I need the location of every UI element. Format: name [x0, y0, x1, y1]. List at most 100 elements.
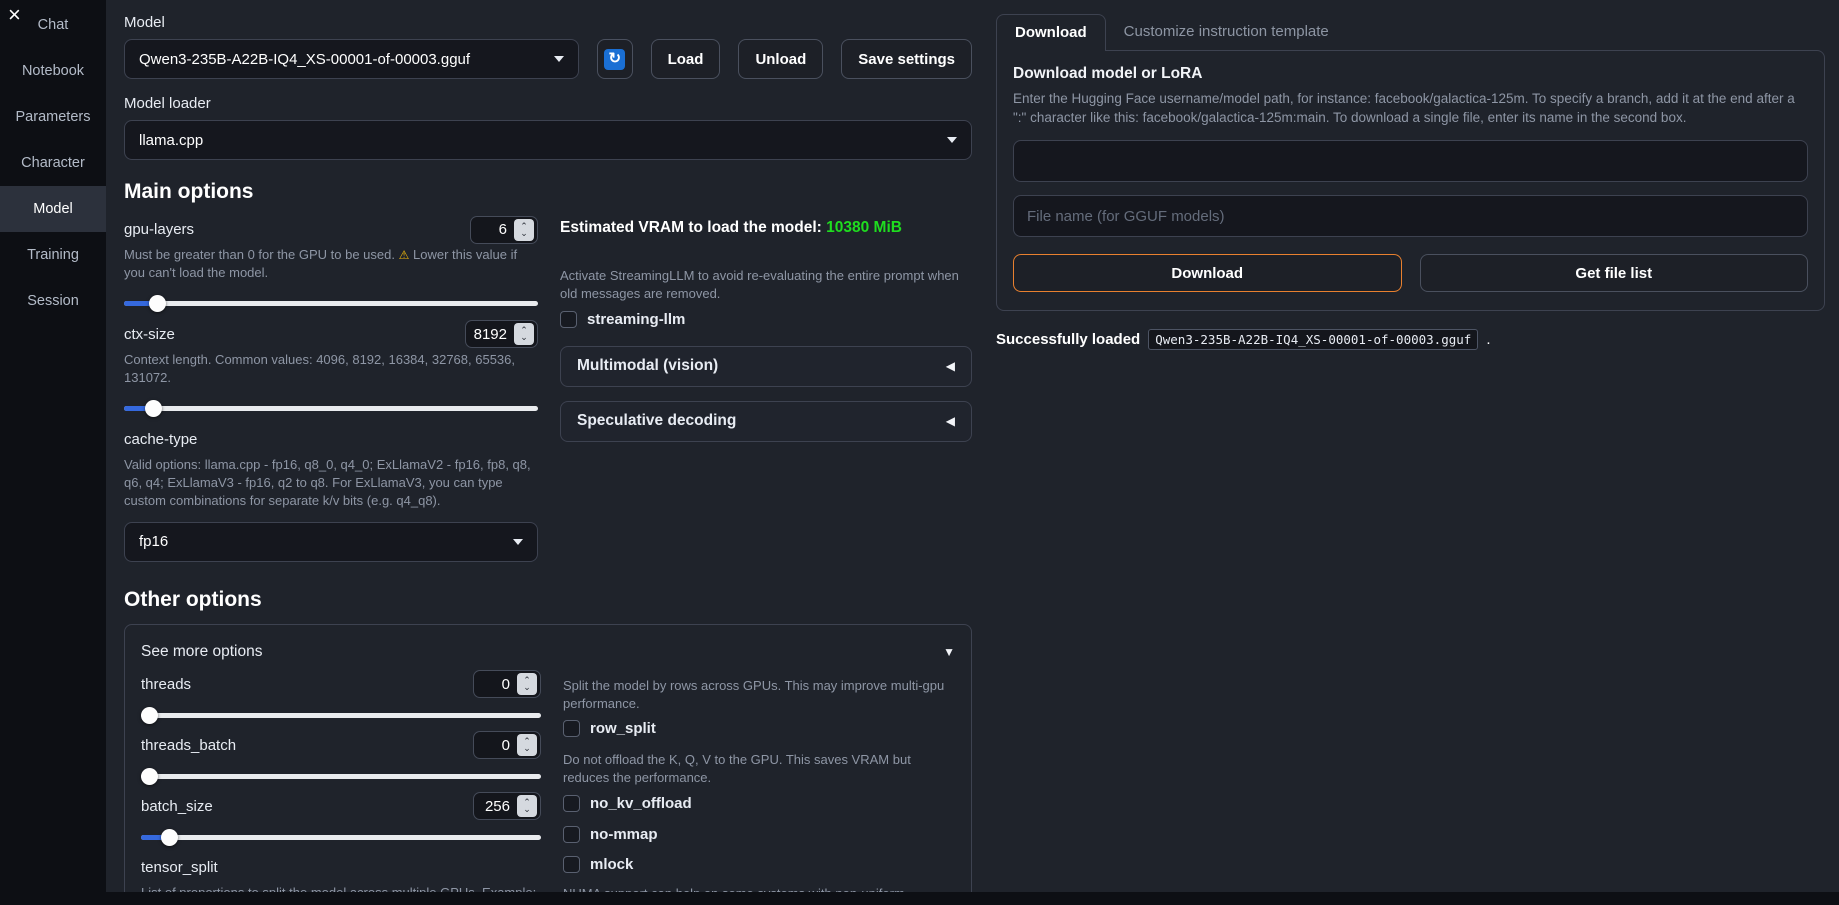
main-options-left: gpu-layers 6 ⌃ ⌄ Must be greater than 0 f…	[124, 215, 538, 562]
load-status-filename: Qwen3-235B-A22B-IQ4_XS-00001-of-00003.gg…	[1148, 329, 1479, 351]
app-window: × Chat Notebook Parameters Character Mod…	[0, 0, 1839, 905]
number-spinner[interactable]: ⌃ ⌄	[517, 795, 537, 818]
warning-icon: ⚠	[398, 248, 410, 262]
ctx-size-value: 8192	[473, 325, 507, 343]
gpu-layers-input[interactable]: 6 ⌃ ⌄	[470, 215, 538, 244]
main-options-columns: gpu-layers 6 ⌃ ⌄ Must be greater than 0 f…	[124, 215, 972, 562]
mlock-label: mlock	[590, 856, 634, 874]
refresh-models-button[interactable]: ↻	[597, 39, 633, 79]
batch-size-input[interactable]: 256 ⌃ ⌄	[473, 792, 541, 821]
tensor-split-label: tensor_split	[141, 858, 218, 876]
slider-thumb[interactable]	[141, 767, 158, 785]
cache-type-dropdown[interactable]: fp16	[124, 521, 538, 562]
streaming-llm-checkbox[interactable]	[560, 310, 577, 328]
slider-thumb[interactable]	[149, 294, 167, 312]
number-spinner[interactable]: ⌃ ⌄	[514, 218, 534, 241]
tab-customize-instruction-template[interactable]: Customize instruction template	[1106, 14, 1347, 50]
no-mmap-checkbox[interactable]	[563, 826, 580, 844]
gpu-layers-label: gpu-layers	[124, 221, 195, 238]
sidebar-item-character[interactable]: Character	[0, 140, 106, 186]
threads-label: threads	[141, 675, 192, 693]
number-spinner[interactable]: ⌃ ⌄	[517, 673, 537, 696]
threads-row: threads 0 ⌃ ⌄	[141, 670, 541, 699]
slider-track	[141, 712, 541, 718]
no-kv-offload-desc: Do not offload the K, Q, V to the GPU. T…	[563, 752, 911, 786]
batch-size-value: 256	[484, 797, 510, 815]
download-heading: Download model or LoRA	[1013, 65, 1203, 82]
vram-value: 10380 MiB	[826, 219, 902, 236]
mlock-row: mlock	[563, 856, 955, 874]
refresh-icon: ↻	[604, 48, 626, 70]
save-settings-button[interactable]: Save settings	[841, 39, 972, 79]
gpu-layers-desc: Must be greater than 0 for the GPU to be…	[124, 247, 518, 280]
download-button[interactable]: Download	[1013, 254, 1402, 293]
batch-size-slider[interactable]	[141, 828, 541, 846]
slider-track	[124, 300, 538, 306]
tab-download[interactable]: Download	[996, 14, 1106, 51]
row-split-row: row_split	[563, 720, 955, 738]
mlock-checkbox[interactable]	[563, 856, 580, 874]
number-spinner[interactable]: ⌃ ⌄	[514, 323, 534, 346]
unload-button[interactable]: Unload	[738, 39, 824, 79]
see-more-options-toggle[interactable]: See more options ▼	[141, 637, 955, 667]
chevron-down-icon	[947, 137, 957, 143]
sidebar-item-session[interactable]: Session	[0, 278, 106, 324]
row-split-checkbox[interactable]	[563, 720, 580, 738]
row-split-desc: Split the model by rows across GPUs. Thi…	[563, 677, 945, 711]
sidebar-item-training[interactable]: Training	[0, 232, 106, 278]
ctx-size-slider[interactable]	[124, 399, 538, 417]
chevron-left-icon: ◀	[945, 359, 955, 374]
threads-batch-input[interactable]: 0 ⌃ ⌄	[473, 731, 541, 760]
multimodal-accordion[interactable]: Multimodal (vision) ◀	[560, 345, 972, 387]
threads-value: 0	[501, 675, 510, 693]
sidebar-item-parameters[interactable]: Parameters	[0, 94, 106, 140]
ctx-size-desc: Context length. Common values: 4096, 819…	[124, 351, 516, 385]
close-icon[interactable]: ×	[8, 4, 21, 26]
main-content: Model Qwen3-235B-A22B-IQ4_XS-00001-of-00…	[106, 0, 1839, 905]
slider-thumb[interactable]	[141, 706, 158, 724]
model-path-input[interactable]	[1013, 140, 1808, 183]
model-loader-value: llama.cpp	[139, 131, 204, 149]
threads-batch-slider[interactable]	[141, 767, 541, 785]
threads-input[interactable]: 0 ⌃ ⌄	[473, 670, 541, 699]
chevron-down-icon	[513, 538, 523, 545]
sidebar: × Chat Notebook Parameters Character Mod…	[0, 0, 106, 905]
main-options-right: Estimated VRAM to load the model: 10380 …	[560, 216, 972, 562]
other-options-right: Split the model by rows across GPUs. Thi…	[563, 671, 955, 905]
threads-batch-row: threads_batch 0 ⌃ ⌄	[141, 731, 541, 760]
sidebar-item-notebook[interactable]: Notebook	[0, 48, 106, 94]
cache-type-label: cache-type	[124, 430, 198, 448]
model-row: Qwen3-235B-A22B-IQ4_XS-00001-of-00003.gg…	[124, 39, 972, 79]
ctx-size-input[interactable]: 8192 ⌃ ⌄	[464, 320, 538, 349]
download-desc: Enter the Hugging Face username/model pa…	[1013, 91, 1795, 126]
no-mmap-row: no-mmap	[563, 826, 955, 844]
slider-thumb[interactable]	[161, 828, 178, 846]
load-button[interactable]: Load	[650, 39, 721, 79]
number-spinner[interactable]: ⌃ ⌄	[517, 734, 537, 757]
threads-slider[interactable]	[141, 706, 541, 724]
threads-batch-label: threads_batch	[141, 736, 237, 754]
model-dropdown[interactable]: Qwen3-235B-A22B-IQ4_XS-00001-of-00003.gg…	[124, 39, 580, 79]
gpu-layers-slider[interactable]	[124, 294, 538, 312]
download-column: Download Customize instruction template …	[996, 14, 1825, 905]
file-name-input[interactable]	[1013, 195, 1808, 238]
cache-type-row: cache-type	[124, 426, 538, 453]
get-file-list-button[interactable]: Get file list	[1419, 254, 1808, 293]
sidebar-item-model[interactable]: Model	[0, 186, 106, 232]
download-buttons-row: Download Get file list	[1013, 254, 1808, 293]
load-status: Successfully loaded Qwen3-235B-A22B-IQ4_…	[996, 329, 1825, 351]
model-loader-label: Model loader	[124, 95, 211, 112]
speculative-decoding-accordion[interactable]: Speculative decoding ◀	[560, 400, 972, 442]
other-options-left: threads 0 ⌃ ⌄ threads_batch 0 ⌃ ⌄ batch_…	[141, 670, 541, 905]
cache-type-value: fp16	[139, 533, 169, 551]
model-loader-dropdown[interactable]: llama.cpp	[124, 120, 972, 160]
threads-batch-value: 0	[501, 736, 510, 754]
slider-track	[141, 834, 541, 840]
no-kv-offload-checkbox[interactable]	[563, 795, 580, 813]
row-split-label: row_split	[590, 720, 656, 738]
slider-thumb[interactable]	[144, 399, 162, 417]
other-options-columns: threads 0 ⌃ ⌄ threads_batch 0 ⌃ ⌄ batch_…	[141, 670, 955, 905]
no-mmap-label: no-mmap	[590, 826, 658, 844]
gpu-layers-value: 6	[498, 221, 507, 238]
chevron-down-icon	[554, 56, 565, 62]
